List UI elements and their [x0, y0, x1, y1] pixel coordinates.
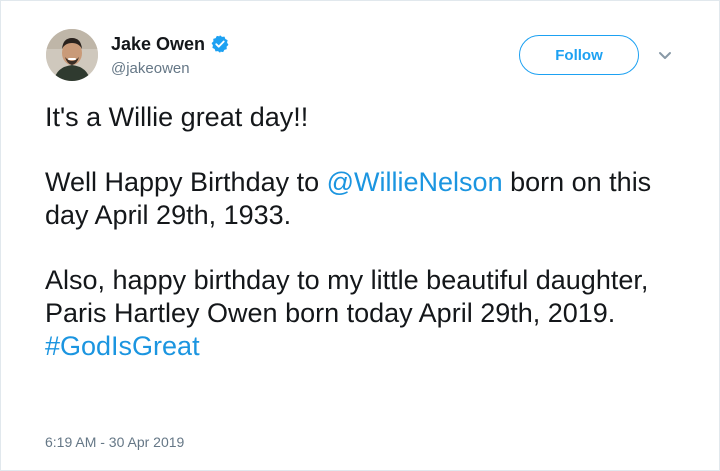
avatar-image [46, 29, 98, 81]
tweet-paragraph-2: Well Happy Birthday to @WillieNelson bor… [45, 166, 685, 232]
user-name-row[interactable]: Jake Owen [111, 33, 230, 55]
tweet-line-1: It's a Willie great day!! [45, 102, 309, 132]
avatar[interactable] [46, 29, 98, 81]
tweet-paragraph-3: Also, happy birthday to my little beauti… [45, 265, 649, 328]
verified-badge-icon [210, 34, 230, 54]
user-name[interactable]: Jake Owen [111, 33, 205, 55]
user-handle[interactable]: @jakeowen [111, 59, 190, 79]
tweet-timestamp[interactable]: 6:19 AM - 30 Apr 2019 [45, 433, 184, 451]
chevron-down-icon[interactable] [656, 46, 674, 64]
tweet-card: Jake Owen @jakeowen Follow It's a Willie… [0, 0, 720, 471]
tweet-text: It's a Willie great day!! Well Happy Bir… [45, 101, 685, 363]
hashtag-link[interactable]: #GodIsGreat [45, 331, 200, 361]
follow-button[interactable]: Follow [519, 35, 639, 75]
tweet-text-span: Well Happy Birthday to [45, 167, 327, 197]
mention-link[interactable]: @WillieNelson [327, 167, 503, 197]
